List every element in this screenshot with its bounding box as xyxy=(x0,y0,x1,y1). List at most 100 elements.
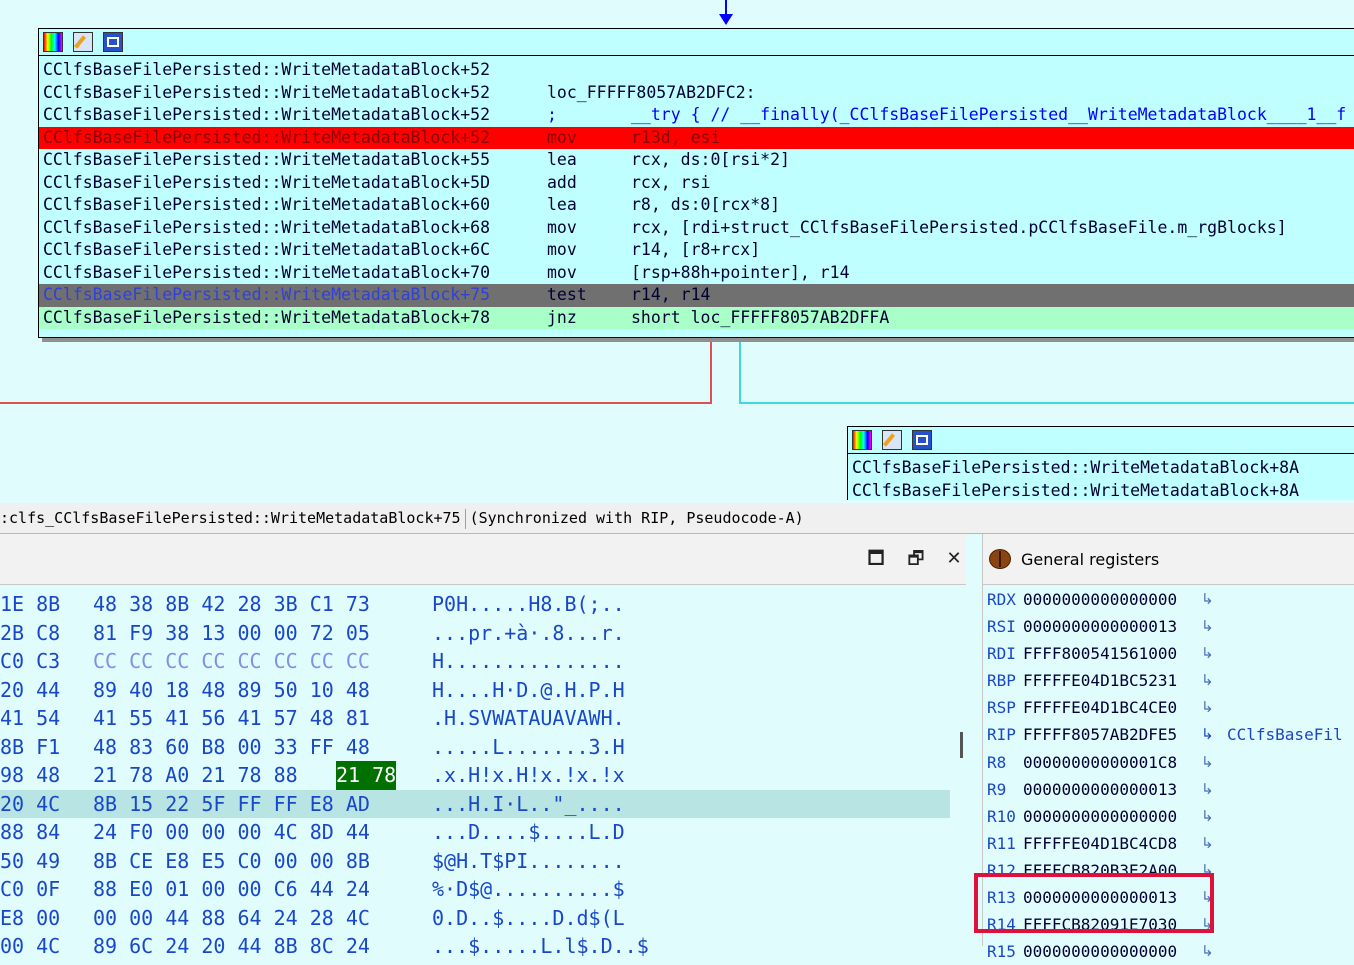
register-value[interactable]: FFFF800541561000 xyxy=(1023,640,1177,667)
register-value[interactable]: FFFFFE04D1BC4CE0 xyxy=(1023,694,1177,721)
color-palette-icon[interactable] xyxy=(852,430,872,450)
register-row[interactable]: RDX 0000000000000000 ↳ xyxy=(983,586,1354,613)
hex-bytes: 50 49 xyxy=(0,848,61,873)
basic-block-node[interactable]: CClfsBaseFilePersisted::WriteMetadataBlo… xyxy=(847,426,1354,500)
disasm-line[interactable]: CClfsBaseFilePersisted::WriteMetadataBlo… xyxy=(39,217,1354,240)
line-address: CClfsBaseFilePersisted::WriteMetadataBlo… xyxy=(43,127,491,147)
register-row[interactable]: RIP FFFFF8057AB2DFE5 ↳ CClfsBaseFil xyxy=(983,721,1354,748)
register-symbol[interactable]: CClfsBaseFil xyxy=(1227,721,1343,748)
line-address: CClfsBaseFilePersisted::WriteMetadataBlo… xyxy=(43,240,491,259)
register-value[interactable]: 00000000000001C8 xyxy=(1023,749,1177,776)
register-value[interactable]: 0000000000000013 xyxy=(1023,613,1177,640)
register-row[interactable]: RBP FFFFFE04D1BC5231 ↳ xyxy=(983,667,1354,694)
register-row[interactable]: RSI 0000000000000013 ↳ xyxy=(983,613,1354,640)
hex-row[interactable]: C0 0F 88 E0 01 00 00 C6 44 24 %·D$@.......… xyxy=(0,875,950,904)
hex-row[interactable]: 98 48 21 78 A0 21 78 88 21 78 .x.H!x.H!x.!x… xyxy=(0,761,950,790)
register-name: RDX xyxy=(987,590,1016,609)
hex-row[interactable]: 50 49 8B CE E8 E5 C0 00 00 8B $@H.T$PI....… xyxy=(0,847,950,876)
ascii-text: P0H.....H8.B(;.. xyxy=(432,592,625,616)
operands: rcx, ds:0[rsi*2] xyxy=(631,150,790,169)
hex-row[interactable]: 1E 8B 48 38 8B 42 28 3B C1 73 P0H.....H8.B… xyxy=(0,590,950,619)
maximize-icon[interactable]: 🗖 xyxy=(866,549,886,569)
register-row[interactable]: RDI FFFF800541561000 ↳ xyxy=(983,640,1354,667)
operands: rcx, rsi xyxy=(631,172,711,192)
disasm-line[interactable]: CClfsBaseFilePersisted::WriteMetadataBlo… xyxy=(848,480,1354,501)
hex-bytes: 88 84 xyxy=(0,820,61,844)
register-value[interactable]: 0000000000000000 xyxy=(1023,803,1177,830)
hex-view-pane[interactable]: 🗖 🗗 ✕ 1E 8B 48 38 8B 42 28 3B C1 73 P0H...… xyxy=(0,534,966,958)
hex-row[interactable]: 2B C8 81 F9 38 13 00 00 72 05 ...pr.+à·.8.… xyxy=(0,619,950,648)
hex-row-highlighted[interactable]: 20 4C 8B 15 22 5F FF FF E8 AD ...H.I·L.."_… xyxy=(0,789,950,818)
register-value[interactable]: 0000000000000000 xyxy=(1023,938,1177,965)
jump-arrow-icon[interactable]: ↳ xyxy=(1201,586,1214,613)
register-value[interactable]: FFFFF8057AB2DFE5 xyxy=(1023,721,1177,748)
jump-arrow-icon[interactable]: ↳ xyxy=(1201,613,1214,640)
register-value[interactable]: FFFFFE04D1BC4CD8 xyxy=(1023,830,1177,857)
register-row[interactable]: R11 FFFFFE04D1BC4CD8 ↳ xyxy=(983,830,1354,857)
register-row[interactable]: R8 00000000000001C8 ↳ xyxy=(983,749,1354,776)
hex-row[interactable]: E8 00 00 00 44 88 64 24 28 4C 0.D..$....D.… xyxy=(0,904,950,933)
mnemonic: add xyxy=(547,172,577,192)
disasm-line[interactable]: CClfsBaseFilePersisted::WriteMetadataBlo… xyxy=(39,239,1354,262)
register-value[interactable]: 0000000000000013 xyxy=(1023,776,1177,803)
location-status-bar: :clfs_CClfsBaseFilePersisted::WriteMetad… xyxy=(0,503,1354,534)
hex-row[interactable]: 88 84 24 F0 00 00 00 4C 8D 44 ...D....$...… xyxy=(0,818,950,847)
disasm-line[interactable]: CClfsBaseFilePersisted::WriteMetadataBlo… xyxy=(39,59,1354,82)
disasm-line[interactable]: CClfsBaseFilePersisted::WriteMetadataBlo… xyxy=(39,262,1354,285)
color-palette-icon[interactable] xyxy=(43,32,63,52)
hex-dump[interactable]: 1E 8B 48 38 8B 42 28 3B C1 73 P0H.....H8.B… xyxy=(0,590,950,961)
jump-arrow-icon[interactable]: ↳ xyxy=(1201,830,1214,857)
register-name: RDI xyxy=(987,644,1016,664)
disasm-line[interactable]: CClfsBaseFilePersisted::WriteMetadataBlo… xyxy=(39,194,1354,217)
jump-arrow-icon[interactable]: ↳ xyxy=(1201,776,1214,803)
basic-block-node[interactable]: CClfsBaseFilePersisted::WriteMetadataBlo… xyxy=(38,28,1354,338)
hex-row[interactable]: 8B F1 48 83 60 B8 00 33 FF 48 .....L......… xyxy=(0,733,950,762)
edit-node-icon[interactable] xyxy=(882,430,902,450)
breakpoint-line[interactable]: CClfsBaseFilePersisted::WriteMetadataBlo… xyxy=(39,126,1354,149)
hex-bytes: 21 78 A0 21 78 88 xyxy=(93,763,298,787)
register-value[interactable]: FFFFFE04D1BC5231 xyxy=(1023,667,1177,694)
ascii-text: ...H.I·L.."_.... xyxy=(432,791,625,816)
disasm-line[interactable]: CClfsBaseFilePersisted::WriteMetadataBlo… xyxy=(39,82,1354,105)
jump-arrow-icon[interactable]: ↳ xyxy=(1201,749,1214,776)
disasm-line[interactable]: CClfsBaseFilePersisted::WriteMetadataBlo… xyxy=(39,104,1354,127)
hex-row[interactable]: 00 4C 89 6C 24 20 44 8B 8C 24 ...$.....L.l… xyxy=(0,932,950,961)
hex-row[interactable]: 41 54 41 55 41 56 41 57 48 81 .H.SVWATAUAV… xyxy=(0,704,950,733)
jump-arrow-icon[interactable]: ↳ xyxy=(1201,938,1214,965)
register-name: RSP xyxy=(987,698,1016,718)
incoming-arrow xyxy=(719,14,733,25)
register-name: R10 xyxy=(987,806,1016,826)
register-row[interactable]: R15 0000000000000000 ↳ xyxy=(983,938,1354,965)
jump-arrow-icon[interactable]: ↳ xyxy=(1201,640,1214,667)
graph-view[interactable]: CClfsBaseFilePersisted::WriteMetadataBlo… xyxy=(0,0,1354,500)
jump-arrow-icon[interactable]: ↳ xyxy=(1201,667,1214,694)
jump-arrow-icon[interactable]: ↳ xyxy=(1201,803,1214,830)
scrollbar-thumb[interactable] xyxy=(960,732,963,758)
hex-row[interactable]: 20 44 89 40 18 48 89 50 10 48 H....H·D.@.H… xyxy=(0,676,950,705)
edit-node-icon[interactable] xyxy=(73,32,93,52)
current-instruction-line[interactable]: CClfsBaseFilePersisted::WriteMetadataBlo… xyxy=(39,284,1354,307)
register-value[interactable]: 0000000000000000 xyxy=(1023,586,1177,613)
ascii-text: 0.D..$....D.d$(L xyxy=(432,905,625,930)
jump-arrow-icon[interactable]: ↳ xyxy=(1201,721,1214,748)
disasm-line[interactable]: CClfsBaseFilePersisted::WriteMetadataBlo… xyxy=(39,306,1354,329)
hex-bytes: 8B CE E8 E5 C0 00 00 8B xyxy=(93,848,370,873)
restore-icon[interactable]: 🗗 xyxy=(906,549,926,569)
disasm-line[interactable]: CClfsBaseFilePersisted::WriteMetadataBlo… xyxy=(39,149,1354,172)
graph-view-icon[interactable] xyxy=(103,32,123,52)
hex-scrollbar[interactable] xyxy=(950,590,966,950)
line-address: CClfsBaseFilePersisted::WriteMetadataBlo… xyxy=(43,262,491,282)
disasm-line[interactable]: CClfsBaseFilePersisted::WriteMetadataBlo… xyxy=(848,457,1354,480)
selected-bytes[interactable]: 21 78 xyxy=(336,761,397,790)
register-row[interactable]: RSP FFFFFE04D1BC4CE0 ↳ xyxy=(983,694,1354,721)
register-name: RSI xyxy=(987,617,1016,637)
register-row[interactable]: R9 0000000000000013 ↳ xyxy=(983,776,1354,803)
disasm-line[interactable]: CClfsBaseFilePersisted::WriteMetadataBlo… xyxy=(39,172,1354,195)
graph-view-icon[interactable] xyxy=(912,430,932,450)
close-icon[interactable]: ✕ xyxy=(944,549,964,569)
hex-row[interactable]: C0 C3 CC CC CC CC CC CC CC CC H...........… xyxy=(0,647,950,676)
jump-arrow-icon[interactable]: ↳ xyxy=(1201,694,1214,721)
label-name: loc_FFFFF8057AB2DFC2: xyxy=(547,82,756,102)
register-row[interactable]: R10 0000000000000000 ↳ xyxy=(983,803,1354,830)
mnemonic: jnz xyxy=(547,307,577,327)
